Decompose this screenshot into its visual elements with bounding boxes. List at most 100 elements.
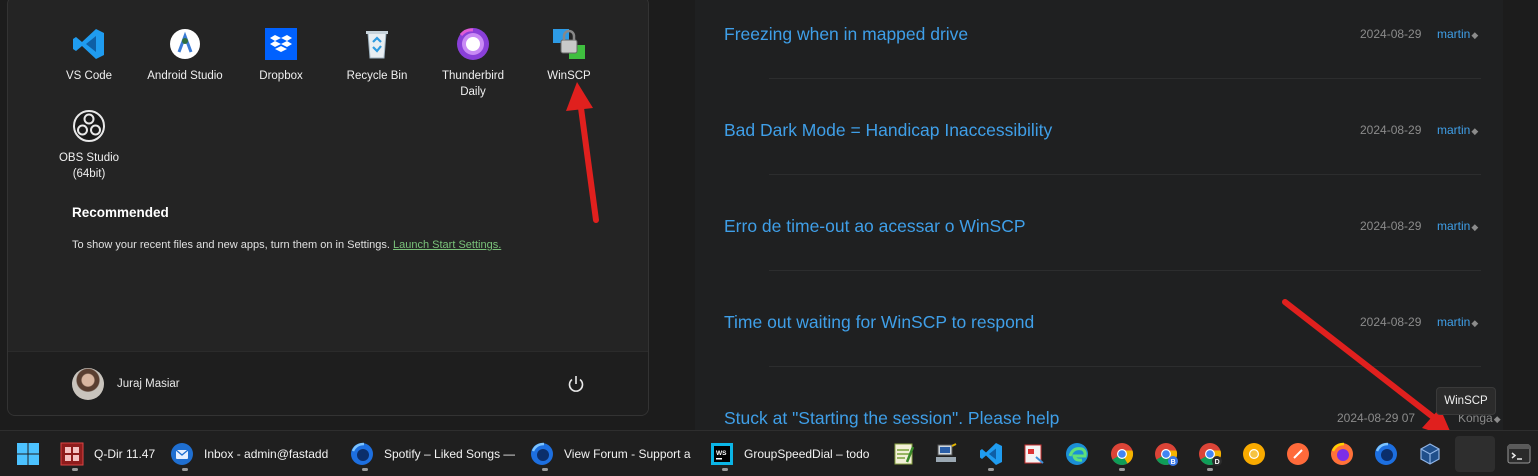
running-indicator (72, 468, 78, 471)
running-indicator (722, 468, 728, 471)
taskbar-item-network-tool[interactable] (926, 436, 966, 472)
topic-row: Erro de time-out ao acessar o WinSCP 202… (724, 208, 1494, 248)
pinned-app-dropbox[interactable]: Dropbox (233, 27, 329, 84)
taskbar-item-snipping-tool[interactable] (1014, 436, 1054, 472)
edge-icon (1066, 443, 1088, 465)
winscp-tooltip: WinSCP (1436, 387, 1496, 415)
taskbar: Q-Dir 11.47 Inbox - admin@fastadd Spotif… (0, 430, 1538, 476)
desktop: VS Code Android Studio Dropbox Recycle B… (0, 0, 1538, 476)
terminal-icon (1507, 444, 1531, 464)
taskbar-item-view-forum-firefox[interactable]: View Forum - Support a (530, 436, 698, 472)
divider (769, 174, 1481, 175)
network-computer-icon (936, 443, 957, 462)
taskbar-item-label: View Forum - Support a (564, 447, 691, 461)
forum-topic-list: Freezing when in mapped drive 2024-08-29… (695, 0, 1503, 432)
app-label: Android Studio (147, 70, 223, 82)
topic-author-link[interactable]: martin (1437, 219, 1478, 233)
taskbar-item-chrome-canary[interactable] (1234, 436, 1274, 472)
app-label: Thunderbird Daily (441, 70, 504, 98)
chrome-dev-icon: D (1199, 443, 1222, 466)
webstorm-icon: WS (711, 443, 733, 465)
taskbar-item-firefox[interactable] (1322, 436, 1362, 472)
pinned-app-obs-studio[interactable]: OBS Studio (64bit) (41, 109, 137, 182)
pinned-app-android-studio[interactable]: Android Studio (137, 27, 233, 84)
user-name[interactable]: Juraj Masiar (117, 378, 180, 390)
divider (769, 366, 1481, 367)
taskbar-item-virtualbox[interactable] (1410, 436, 1450, 472)
taskbar-item-chrome-beta[interactable]: B (1146, 436, 1186, 472)
user-avatar[interactable] (72, 368, 104, 400)
running-indicator (1207, 468, 1213, 471)
pinned-app-recycle-bin[interactable]: Recycle Bin (329, 27, 425, 84)
taskbar-item-winscp[interactable] (1455, 436, 1495, 472)
vscode-icon (73, 29, 104, 59)
topic-title-link[interactable]: Bad Dark Mode = Handicap Inaccessibility (724, 120, 1052, 141)
windows-logo-icon (17, 443, 39, 465)
recommended-message: To show your recent files and new apps, … (72, 239, 501, 251)
topic-row: Time out waiting for WinSCP to respond 2… (724, 304, 1494, 344)
svg-text:B: B (1171, 459, 1176, 466)
pinned-app-winscp[interactable]: WinSCP (521, 27, 617, 84)
taskbar-item-brave-nightly[interactable] (1278, 436, 1318, 472)
notepad-plus-plus-icon (894, 443, 915, 465)
running-indicator (542, 468, 548, 471)
svg-text:WS: WS (716, 450, 727, 457)
taskbar-item-edge[interactable] (1057, 436, 1097, 472)
divider (769, 78, 1481, 79)
running-indicator (182, 468, 188, 471)
dropbox-icon (265, 28, 297, 60)
topic-author-link[interactable]: martin (1437, 27, 1478, 41)
running-indicator (362, 468, 368, 471)
app-label: VS Code (65, 70, 113, 82)
topic-author-link[interactable]: martin (1437, 123, 1478, 137)
topic-date: 2024-08-29 (1360, 315, 1422, 329)
taskbar-item-terminal[interactable] (1500, 436, 1538, 472)
app-label: OBS Studio (64bit) (58, 152, 120, 180)
taskbar-item-webstorm[interactable]: WS GroupSpeedDial – todo (710, 436, 874, 472)
virtualbox-icon (1420, 443, 1440, 465)
firefox-dev-icon (531, 442, 553, 465)
taskbar-item-label: Q-Dir 11.47 (94, 447, 156, 461)
topic-author-link[interactable]: martin (1437, 315, 1478, 329)
topic-date: 2024-08-29 (1360, 219, 1422, 233)
taskbar-item-vscode[interactable] (971, 436, 1011, 472)
topic-title-link[interactable]: Erro de time-out ao acessar o WinSCP (724, 216, 1026, 237)
running-indicator (1119, 468, 1125, 471)
firefox-dev-icon (1375, 442, 1397, 465)
topic-title-link[interactable]: Freezing when in mapped drive (724, 24, 968, 45)
app-label: Recycle Bin (346, 70, 408, 82)
divider (769, 270, 1481, 271)
app-label: WinSCP (547, 70, 591, 82)
app-label: Dropbox (259, 70, 303, 82)
topic-title-link[interactable]: Time out waiting for WinSCP to respond (724, 312, 1034, 333)
chrome-icon (1111, 443, 1134, 465)
taskbar-item-chrome-dev[interactable]: D (1190, 436, 1230, 472)
topic-title-link[interactable]: Stuck at "Starting the session". Please … (724, 408, 1059, 429)
chrome-beta-icon: B (1155, 443, 1178, 466)
topic-date: 2024-08-29 07 (1337, 411, 1416, 425)
taskbar-item-qdir[interactable]: Q-Dir 11.47 (60, 436, 160, 472)
winscp-icon (553, 29, 585, 59)
start-menu: VS Code Android Studio Dropbox Recycle B… (7, 0, 649, 416)
recycle-bin-icon (366, 31, 388, 59)
taskbar-item-label: GroupSpeedDial – todo (744, 447, 870, 461)
taskbar-item-thunderbird[interactable]: Inbox - admin@fastadd (170, 436, 335, 472)
topic-row: Bad Dark Mode = Handicap Inaccessibility… (724, 112, 1494, 152)
running-indicator (988, 468, 994, 471)
qdir-icon (60, 442, 84, 466)
launch-start-settings-link[interactable]: Launch Start Settings. (393, 239, 501, 251)
taskbar-item-notepad[interactable] (884, 436, 924, 472)
taskbar-item-firefox-dev[interactable] (1366, 436, 1406, 472)
obs-icon (73, 110, 105, 142)
svg-text:D: D (1215, 459, 1220, 466)
pinned-app-thunderbird-daily[interactable]: Thunderbird Daily (425, 27, 521, 100)
clipboard-icon (1024, 444, 1044, 464)
taskbar-item-chrome[interactable] (1102, 436, 1142, 472)
topic-date: 2024-08-29 (1360, 27, 1422, 41)
pinned-app-vscode[interactable]: VS Code (41, 27, 137, 84)
taskbar-item-label: Inbox - admin@fastadd (204, 447, 329, 461)
taskbar-item-spotify-firefox[interactable]: Spotify – Liked Songs — (350, 436, 518, 472)
power-icon[interactable] (566, 374, 586, 394)
recommended-heading: Recommended (72, 205, 169, 220)
start-button[interactable] (8, 436, 48, 472)
